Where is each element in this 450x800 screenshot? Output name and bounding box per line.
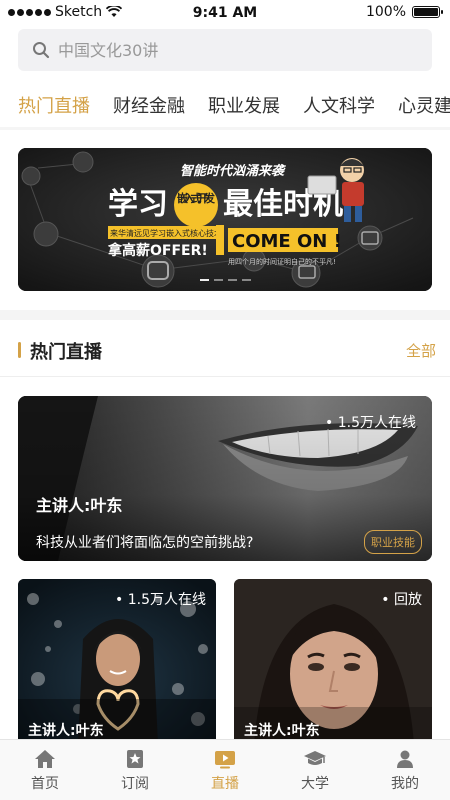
live-topic: 科技从业者们将面临怎的空前挑战? — [36, 535, 254, 551]
carousel-dot[interactable] — [199, 279, 209, 281]
viewer-count-text: 1.5万人在线 — [127, 592, 206, 608]
tab-university[interactable]: 大学 — [270, 740, 360, 800]
section-title: 热门直播 — [30, 342, 102, 363]
section-accent-bar — [18, 342, 21, 358]
category-tabs: 热门直播 财经金融 职业发展 人文科学 心灵建设 — [0, 84, 450, 124]
banner-slogan: 用四个月的时间证明自己的不平凡! — [228, 257, 336, 266]
tab-mine[interactable]: 我的 — [360, 740, 450, 800]
tab-home[interactable]: 首页 — [0, 740, 90, 800]
search-input[interactable] — [58, 40, 398, 60]
section-header: 热门直播 全部 — [0, 330, 450, 370]
category-tab-humanities[interactable]: 人文科学 — [303, 92, 375, 118]
host-name: 主讲人:叶东 — [36, 496, 123, 515]
view-all-link[interactable]: 全部 — [406, 340, 436, 361]
play-video-icon — [215, 751, 235, 769]
tab-label: 直播 — [211, 776, 239, 792]
tab-label: 大学 — [301, 776, 329, 792]
battery-percent: 100% — [365, 4, 406, 20]
banner-headline-left: 学习 — [108, 187, 168, 222]
category-tab-career[interactable]: 职业发展 — [208, 92, 280, 118]
banner-come-on: COME ON ! — [232, 231, 342, 252]
tab-subscribe[interactable]: 订阅 — [90, 740, 180, 800]
viewer-count-text: 1.5万人在线 — [337, 415, 416, 431]
host-name: 主讲人:叶东 — [28, 723, 104, 739]
divider — [0, 127, 450, 130]
carousel-dot[interactable] — [227, 279, 237, 281]
category-tab-finance[interactable]: 财经金融 — [113, 92, 185, 118]
bookmark-star-icon — [127, 750, 143, 768]
graduation-cap-icon — [304, 751, 326, 765]
replay-card-small[interactable]: • 回放 主讲人:叶东 — [234, 579, 432, 744]
viewer-count: • 1.5万人在线 — [325, 415, 416, 431]
section-spacer — [0, 310, 450, 320]
tab-live[interactable]: 直播 — [180, 740, 270, 800]
status-bar: Sketch 9:41 AM 100% — [0, 0, 450, 26]
carousel-dot[interactable] — [213, 279, 223, 281]
category-tab-hot-live[interactable]: 热门直播 — [18, 92, 90, 118]
carousel-dot[interactable] — [241, 279, 251, 281]
divider — [0, 376, 450, 377]
tab-label: 订阅 — [121, 776, 149, 792]
viewer-count: • 1.5万人在线 — [115, 592, 206, 608]
featured-live-card[interactable]: • 1.5万人在线 主讲人:叶东 科技从业者们将面临怎的空前挑战? 职业技能 — [18, 396, 432, 561]
host-name: 主讲人:叶东 — [244, 723, 320, 739]
tab-label: 首页 — [31, 776, 59, 792]
replay-badge-text: 回放 — [394, 592, 422, 608]
promo-banner[interactable]: 智能时代汹涌来袭 学习 嵌入式开发 最佳时机 来华清远见学习嵌入式核心技术 拿高… — [18, 148, 432, 291]
battery-group: 100% — [365, 4, 443, 20]
replay-badge: • 回放 — [381, 592, 422, 608]
carousel-indicator — [18, 279, 432, 281]
battery-icon — [412, 6, 443, 18]
banner-top-text: 智能时代汹涌来袭 — [180, 163, 286, 179]
user-icon — [397, 750, 413, 768]
bottom-tab-bar: 首页 订阅 直播 大学 我的 — [0, 739, 450, 800]
home-icon — [35, 750, 55, 768]
banner-offer: 拿高薪OFFER! — [107, 242, 208, 259]
tab-label: 我的 — [391, 776, 419, 792]
banner-artwork: 智能时代汹涌来袭 学习 嵌入式开发 最佳时机 来华清远见学习嵌入式核心技术 拿高… — [18, 148, 432, 291]
search-icon — [33, 42, 50, 59]
live-card-small[interactable]: • 1.5万人在线 主讲人:叶东 — [18, 579, 216, 744]
banner-subline: 来华清远见学习嵌入式核心技术 — [110, 228, 222, 238]
category-tag[interactable]: 职业技能 — [364, 530, 422, 554]
category-tab-mind[interactable]: 心灵建设 — [398, 92, 450, 118]
banner-badge: 嵌入式开发 — [177, 191, 216, 205]
search-bar[interactable] — [18, 29, 432, 71]
